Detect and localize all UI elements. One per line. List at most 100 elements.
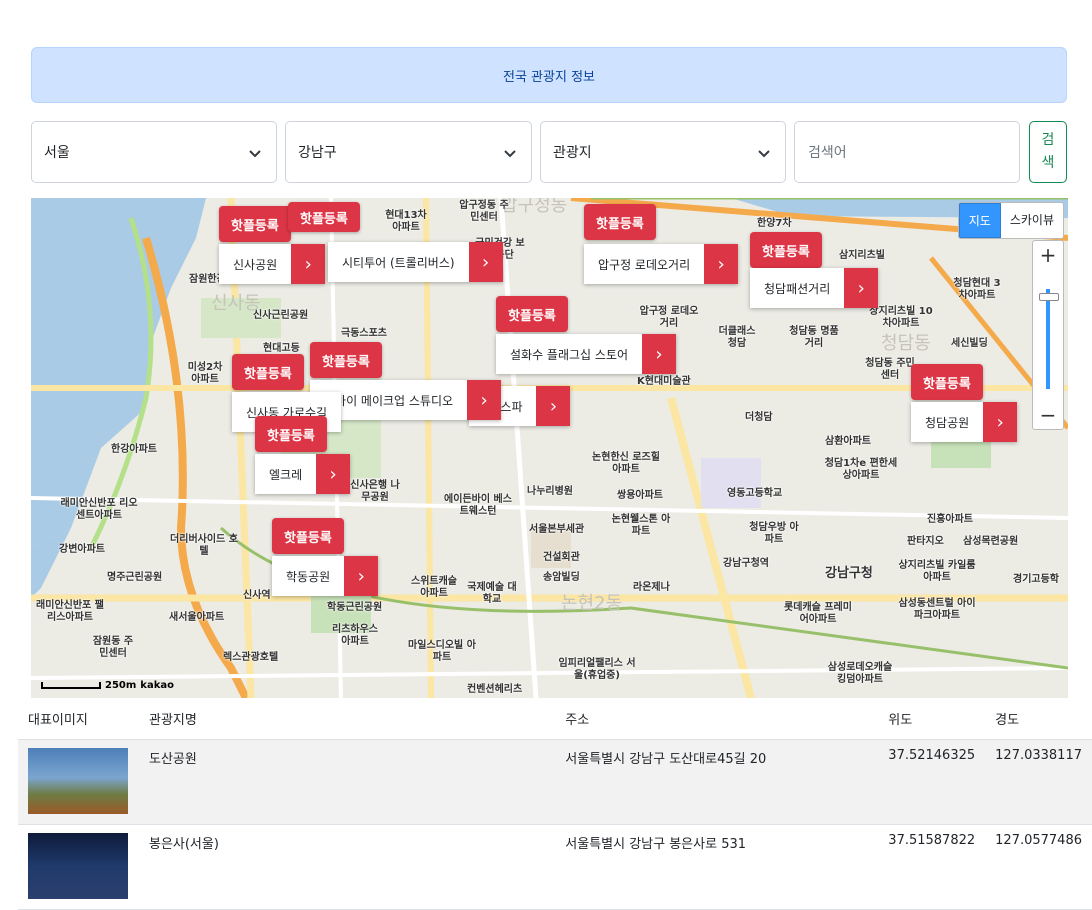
zoom-out-button[interactable]: − — [1033, 403, 1063, 427]
chevron-right-icon[interactable]: › — [844, 268, 879, 308]
map-label: 서울본부세관 — [529, 524, 585, 535]
zoom-control[interactable]: + − — [1032, 240, 1064, 430]
zoom-in-button[interactable]: + — [1033, 243, 1063, 267]
marker-name: 학동공원 — [286, 569, 331, 584]
map-label: 명주근린공원 — [107, 572, 163, 583]
map-label: 건설회관 — [543, 552, 580, 563]
tour-table: 대표이미지 관광지명 주소 위도 경도 도산공원 서울특별시 강남구 도산대로4… — [18, 698, 1092, 910]
marker-card: 학동공원 › — [272, 556, 379, 596]
zoom-slider-handle[interactable] — [1039, 293, 1059, 301]
map-label: 강남구청 — [825, 566, 873, 581]
row-address: 서울특별시 강남구 도산대로45길 20 — [555, 739, 879, 825]
district-select[interactable]: 강남구 — [285, 121, 532, 183]
map-label: 래미안신반포 리오센트아파트 — [60, 498, 138, 521]
marker-name: 청담공원 — [925, 415, 970, 430]
map-label: 삼환아파트 — [825, 436, 871, 447]
hot-register-button[interactable]: 핫플등록 — [232, 354, 304, 390]
map-label: 청담동 명품거리 — [789, 326, 839, 349]
map-label: 압구정동 — [501, 198, 568, 216]
hot-register-button[interactable]: 핫플등록 — [496, 296, 568, 332]
map-label: 논현2동 — [561, 593, 623, 614]
col-address: 주소 — [555, 698, 879, 740]
map-label: 국제예술 대학교 — [467, 582, 517, 605]
hot-register-button[interactable]: 핫플등록 — [255, 416, 327, 452]
row-lng: 127.0338117 — [985, 739, 1092, 825]
hot-register-button[interactable]: 핫플등록 — [288, 202, 360, 232]
marker-name: 신사공원 — [233, 257, 278, 272]
map-label: 송암빌딩 — [543, 572, 580, 583]
region-select[interactable]: 서울 — [31, 121, 277, 183]
map-label: 마일스디오빌 아파트 — [408, 640, 476, 663]
page-title-banner: 전국 관광지 정보 — [31, 47, 1067, 103]
map-type-skyview-button[interactable]: 스카이뷰 — [1001, 203, 1063, 238]
map-type-map-button[interactable]: 지도 — [958, 203, 1001, 238]
tour-map[interactable]: 신사동 압구정동 논현2동 청담동 압구정동 주민센터 현대13차 아파트 국민… — [31, 198, 1068, 698]
hot-register-button[interactable]: 핫플등록 — [584, 204, 656, 240]
chevron-right-icon[interactable]: › — [291, 244, 326, 284]
chevron-right-icon[interactable]: › — [316, 454, 351, 494]
map-label: 청담현대 3차아파트 — [953, 278, 1001, 301]
hot-register-button[interactable]: 핫플등록 — [750, 232, 822, 268]
search-input[interactable]: 검색어 — [794, 121, 1020, 183]
map-label: 미성2차 아파트 — [187, 362, 223, 385]
chevron-right-icon[interactable]: › — [704, 244, 739, 284]
chevron-right-icon[interactable]: › — [468, 242, 503, 282]
map-label: 신사근린공원 — [253, 310, 309, 321]
map-label: 세신빌딩 — [951, 338, 988, 349]
map-label: 쌍용아파트 — [617, 490, 663, 501]
table-row[interactable]: 도산공원 서울특별시 강남구 도산대로45길 20 37.52146325 12… — [18, 739, 1092, 825]
kakao-logo: kakao — [140, 680, 174, 691]
map-label: 임피리얼팰리스 서울(휴업중) — [558, 658, 636, 681]
chevron-right-icon[interactable]: › — [344, 556, 379, 596]
map-label: 스위트캐슬 아파트 — [411, 576, 457, 599]
map-type-toggle[interactable]: 지도 스카이뷰 — [957, 202, 1064, 239]
map-label: 판타지오 — [907, 536, 944, 547]
map-label: 나누리병원 — [527, 486, 573, 497]
zoom-slider-track[interactable] — [1046, 289, 1050, 389]
marker-card: 시티투어 (트롤리버스) › — [328, 242, 503, 282]
row-name: 봉은사(서울) — [138, 824, 556, 910]
map-label: 상지리츠빌 10차아파트 — [869, 306, 933, 329]
chevron-right-icon[interactable]: › — [983, 402, 1018, 442]
map-label: 삼성목련공원 — [963, 536, 1019, 547]
map-label: 신사동 — [211, 293, 261, 314]
map-label: 더리버사이드 호텔 — [170, 534, 238, 557]
map-label: 더청담 — [745, 412, 773, 423]
map-scale: 250m kakao — [41, 680, 174, 691]
map-label: 라온제나 — [633, 582, 670, 593]
row-address: 서울특별시 강남구 봉은사로 531 — [555, 824, 879, 910]
row-name: 도산공원 — [138, 739, 556, 825]
map-label: 렉스관광호텔 — [223, 652, 279, 663]
region-select-value: 서울 — [44, 145, 70, 161]
map-label: 압구정 로데오거리 — [639, 306, 699, 329]
search-button-label: 검 색 — [1041, 132, 1055, 171]
col-image: 대표이미지 — [18, 698, 139, 740]
map-label: 한양7차 — [757, 218, 792, 229]
marker-card: 압구정 로데오거리 › — [584, 244, 739, 284]
map-label: 신사역 — [243, 590, 271, 601]
map-label: 진흥아파트 — [927, 514, 973, 525]
thumbnail-image — [28, 748, 128, 814]
chevron-down-icon — [504, 150, 516, 158]
map-label: 에이든바이 베스트웨스턴 — [444, 494, 512, 517]
chevron-down-icon — [758, 150, 770, 158]
hot-register-button[interactable]: 핫플등록 — [310, 342, 382, 378]
table-row[interactable]: 봉은사(서울) 서울특별시 강남구 봉은사로 531 37.51587822 1… — [18, 824, 1092, 910]
col-lat: 위도 — [878, 698, 986, 740]
map-label: 극동스포츠 — [341, 328, 387, 339]
category-select[interactable]: 관광지 — [540, 121, 786, 183]
map-label: 영동고등학교 — [727, 488, 783, 499]
search-button[interactable]: 검 색 — [1029, 121, 1067, 183]
chevron-right-icon[interactable]: › — [467, 380, 502, 420]
map-label: 청담우방 아파트 — [749, 522, 799, 545]
hot-register-button[interactable]: 핫플등록 — [219, 206, 291, 242]
chevron-right-icon[interactable]: › — [536, 386, 571, 426]
hot-register-button[interactable]: 핫플등록 — [272, 518, 344, 554]
marker-name: 압구정 로데오거리 — [598, 257, 691, 272]
marker-card: 청담패션거리 › — [750, 268, 879, 308]
marker-card: 엘크레 › — [255, 454, 351, 494]
marker-card: 청담공원 › — [911, 402, 1018, 442]
map-label: 논현웰스톤 아파트 — [611, 514, 671, 537]
chevron-right-icon[interactable]: › — [642, 334, 677, 374]
hot-register-button[interactable]: 핫플등록 — [911, 364, 983, 400]
